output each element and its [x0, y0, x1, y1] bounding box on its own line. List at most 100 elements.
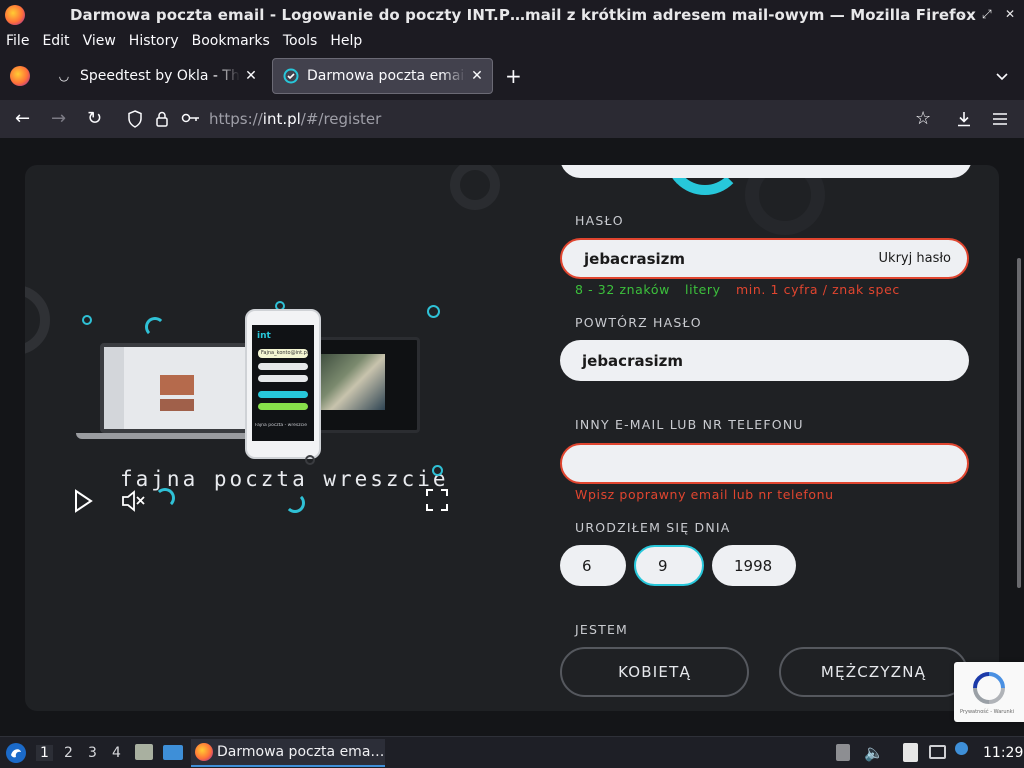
- update-notifier-icon[interactable]: [955, 742, 968, 755]
- firefox-taskbar-icon: [195, 743, 213, 761]
- new-tab-icon[interactable]: +: [505, 66, 522, 86]
- password-value: jebacrasizm: [584, 249, 686, 268]
- start-menu-icon[interactable]: [5, 742, 27, 764]
- network-icon[interactable]: [929, 745, 946, 759]
- desktop-icon[interactable]: [163, 745, 183, 760]
- mute-icon[interactable]: [121, 489, 147, 513]
- decor-dot: [305, 455, 315, 465]
- registration-card: int Fajna_konto@int.pl Fajna poczta - wr…: [25, 165, 999, 711]
- decor-ring: [450, 165, 500, 210]
- file-manager-icon[interactable]: [135, 744, 153, 760]
- menu-bookmarks[interactable]: Bookmarks: [192, 33, 270, 49]
- back-arrow-icon[interactable]: ←: [15, 109, 30, 129]
- tray-clipboard-icon[interactable]: [836, 744, 850, 761]
- menu-view[interactable]: View: [83, 33, 116, 49]
- menu-history[interactable]: History: [129, 33, 179, 49]
- alt-contact-error: Wpisz poprawny email lub nr telefonu: [575, 487, 834, 502]
- taskbar: 1 2 3 4 Darmowa poczta ema… 🔈 11:29: [0, 736, 1024, 768]
- gender-label: JESTEM: [575, 622, 629, 637]
- tab-close-icon[interactable]: ✕: [466, 68, 488, 84]
- tracking-shield-icon[interactable]: [127, 110, 143, 128]
- alt-contact-label: INNY E-MAIL LUB NR TELEFONU: [575, 417, 804, 432]
- fullscreen-icon[interactable]: [425, 488, 449, 512]
- birth-day-input[interactable]: 6: [560, 545, 626, 586]
- taskbar-firefox-window[interactable]: Darmowa poczta ema…: [191, 739, 385, 767]
- menu-file[interactable]: File: [6, 33, 29, 49]
- menu-tools[interactable]: Tools: [283, 33, 318, 49]
- hamburger-menu-icon[interactable]: [992, 112, 1008, 126]
- promo-tagline: fajna poczta wreszcie: [120, 467, 449, 491]
- speedtest-favicon-icon: ◡: [58, 69, 70, 83]
- password-input[interactable]: jebacrasizm Ukryj hasło: [560, 238, 969, 279]
- birth-year-input[interactable]: 1998: [712, 545, 796, 586]
- phone-footer-text: Fajna poczta - wreszcie: [255, 423, 308, 428]
- tab-bar: ◡ Speedtest by Okla - The Global Broadba…: [0, 52, 1024, 100]
- page-content: int Fajna_konto@int.pl Fajna poczta - wr…: [0, 138, 1024, 736]
- page-scrollbar[interactable]: [1017, 258, 1021, 588]
- decor-ring: [25, 285, 50, 355]
- decor-arc: [155, 488, 175, 508]
- volume-icon[interactable]: 🔈: [864, 743, 884, 762]
- navigation-bar: ← → ↻ https://int.pl/#/register ☆: [0, 100, 1024, 138]
- firefox-view-icon[interactable]: [10, 66, 30, 86]
- phone-email-field: Fajna_konto@int.pl: [258, 349, 308, 358]
- reload-icon[interactable]: ↻: [87, 109, 102, 129]
- alt-contact-input[interactable]: [560, 443, 969, 484]
- play-icon[interactable]: [73, 489, 93, 513]
- int-favicon-icon: [283, 68, 299, 84]
- downloads-icon[interactable]: [955, 110, 973, 128]
- birth-date-label: URODZIŁEM SIĘ DNIA: [575, 520, 731, 535]
- gender-male-button[interactable]: MĘŻCZYZNĄ: [779, 647, 968, 697]
- repeat-password-input[interactable]: jebacrasizm: [560, 340, 969, 381]
- birth-month-input[interactable]: 9: [634, 545, 704, 586]
- tray-notes-icon[interactable]: [903, 743, 918, 762]
- tab-speedtest[interactable]: ◡ Speedtest by Okla - The Global Broadba…: [46, 58, 266, 94]
- repeat-password-label: POWTÓRZ HASŁO: [575, 315, 702, 330]
- decor-dot: [82, 315, 92, 325]
- firefox-logo-icon: [5, 5, 25, 25]
- tab-label: Darmowa poczta email - Logowanie: [307, 68, 466, 84]
- recaptcha-badge[interactable]: Prywatność - Warunki: [954, 662, 1024, 722]
- bookmark-star-icon[interactable]: ☆: [915, 109, 931, 129]
- promo-video[interactable]: int Fajna_konto@int.pl Fajna poczta - wr…: [70, 301, 460, 515]
- birth-day-value: 6: [582, 556, 592, 575]
- workspace-4[interactable]: 4: [112, 745, 121, 761]
- list-all-tabs-chevron-icon[interactable]: [996, 70, 1008, 82]
- recaptcha-footer[interactable]: Prywatność - Warunki: [960, 709, 1014, 715]
- workspace-3[interactable]: 3: [88, 745, 97, 761]
- decor-dot: [432, 465, 443, 476]
- recaptcha-logo-icon: [973, 672, 1005, 704]
- gender-female-button[interactable]: KOBIETĄ: [560, 647, 749, 697]
- minimize-button[interactable]: ⌄: [958, 7, 968, 21]
- laptop-illustration: [100, 343, 255, 433]
- tab-int-pl[interactable]: Darmowa poczta email - Logowanie ✕: [272, 58, 493, 94]
- decor-dot: [427, 305, 440, 318]
- clock: 11:29: [983, 745, 1024, 761]
- url-host: int.pl: [262, 110, 301, 128]
- forward-arrow-icon[interactable]: →: [51, 109, 66, 129]
- menu-bar: File Edit View History Bookmarks Tools H…: [0, 30, 1024, 52]
- key-icon[interactable]: [181, 112, 201, 124]
- decor-arc: [145, 317, 165, 337]
- birth-year-value: 1998: [734, 556, 773, 575]
- menu-edit[interactable]: Edit: [42, 33, 69, 49]
- close-window-button[interactable]: ✕: [1005, 7, 1015, 21]
- tab-close-icon[interactable]: ✕: [240, 68, 262, 84]
- toggle-password-button[interactable]: Ukryj hasło: [879, 251, 951, 266]
- url-path: /#/register: [300, 110, 382, 128]
- workspace-2[interactable]: 2: [64, 745, 73, 761]
- taskbar-window-label: Darmowa poczta ema…: [217, 744, 385, 760]
- menu-help[interactable]: Help: [330, 33, 362, 49]
- birth-month-value: 9: [658, 556, 668, 575]
- workspace-1[interactable]: 1: [36, 745, 53, 761]
- password-label: HASŁO: [575, 213, 624, 228]
- maximize-button[interactable]: ⤢: [982, 7, 992, 22]
- window-title: Darmowa poczta email - Logowanie do pocz…: [70, 6, 976, 24]
- hint-length: 8 - 32 znaków: [575, 282, 670, 297]
- hint-digit: min. 1 cyfra / znak spec: [736, 282, 900, 297]
- previous-field-partial[interactable]: [560, 165, 972, 178]
- padlock-icon[interactable]: [155, 110, 169, 128]
- repeat-password-value: jebacrasizm: [582, 351, 684, 370]
- url-bar[interactable]: https://int.pl/#/register: [209, 110, 381, 128]
- tab-label: Speedtest by Okla - The Global Broadband…: [80, 68, 240, 84]
